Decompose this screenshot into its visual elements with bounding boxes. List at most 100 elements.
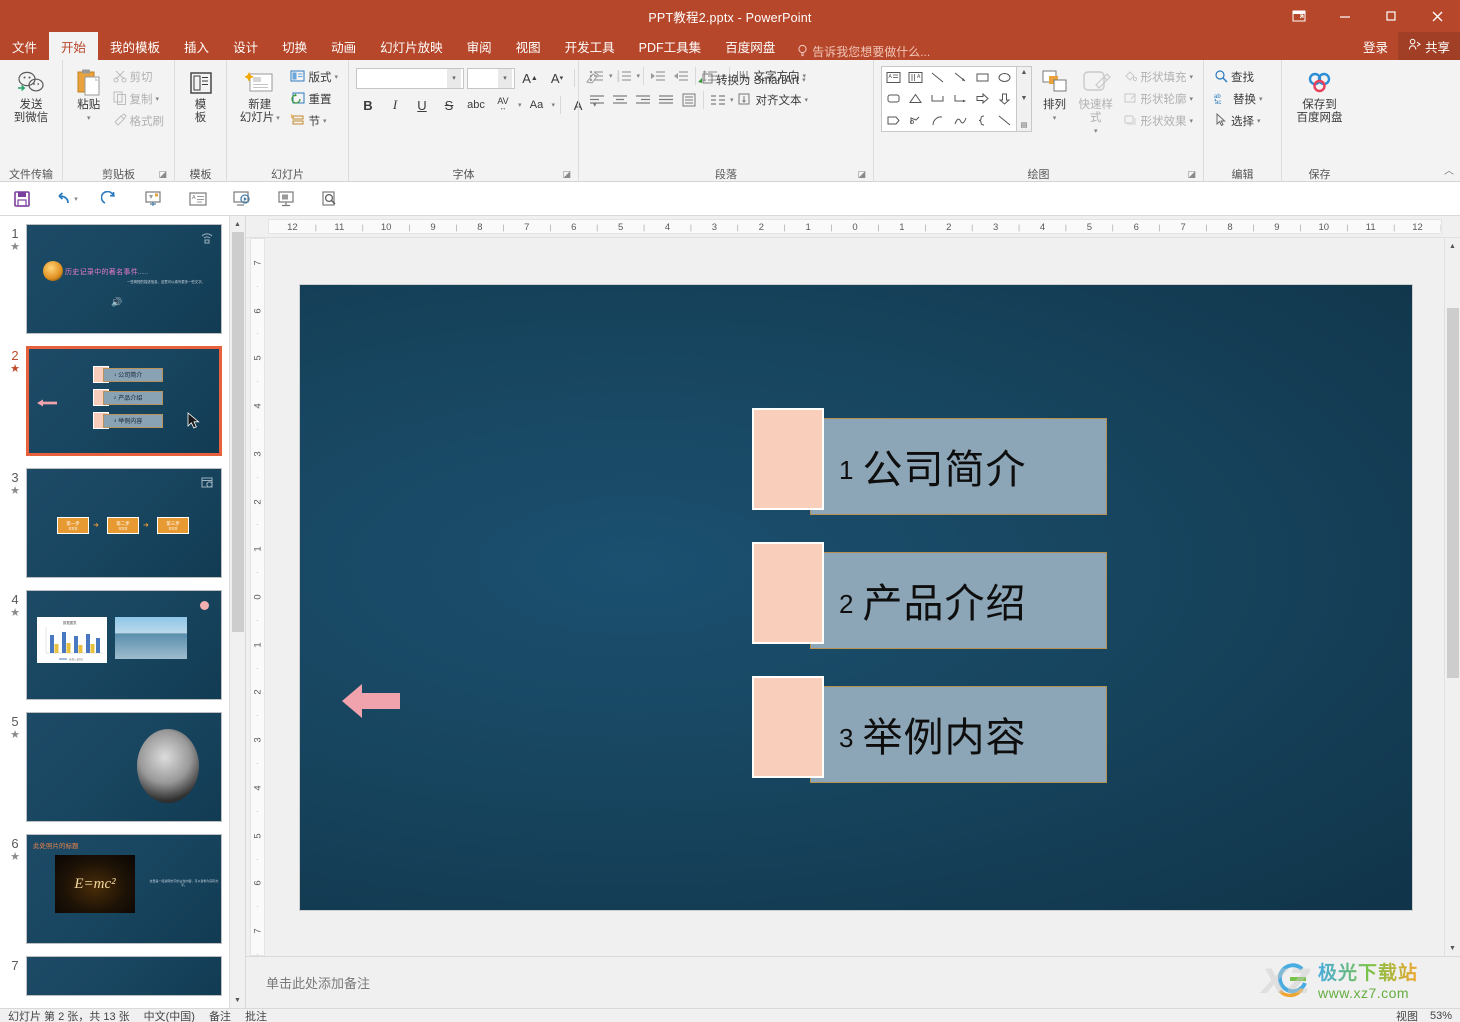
select-button[interactable]: 选择 ▾ [1211,110,1266,132]
tab-design[interactable]: 设计 [221,32,270,60]
editor-scroll-down-icon[interactable]: ▼ [1445,940,1460,956]
tab-home[interactable]: 开始 [49,32,99,60]
layout-caret-icon[interactable]: ▾ [334,73,338,81]
increase-indent-button[interactable] [670,66,692,87]
text-shadow-button[interactable]: abc [464,94,488,116]
horizontal-ruler-track[interactable]: 12 | 11 | 10 | 9 | 8 | 7 | 6 | 5 | 4 | 3 | 2 | 1 | 0 | 1 | 2 | 3 | 4 | 5 | 6… [268,219,1442,234]
slideshow-icon[interactable] [228,186,256,212]
status-comments-toggle[interactable]: 批注 [245,1009,267,1022]
agenda-item-3[interactable]: 3 举例内容 [752,675,1107,783]
agenda-accent-box-1[interactable] [752,407,824,510]
tab-developer[interactable]: 开发工具 [553,32,627,60]
thumbnail-frame-5[interactable] [26,712,222,822]
underline-button[interactable]: U [410,94,434,116]
start-from-beginning-icon[interactable] [140,186,168,212]
tell-me-box[interactable]: 告诉我您想要做什么... [787,43,930,60]
shape-textbox-icon[interactable]: A [882,67,904,88]
tab-transitions[interactable]: 切换 [270,32,319,60]
animation-star-5[interactable]: ★ [4,729,26,741]
tab-animations[interactable]: 动画 [319,32,368,60]
agenda-bar-1[interactable]: 1 公司简介 [810,417,1107,515]
shape-rectangle-icon[interactable] [971,67,993,88]
save-to-baidu-netdisk-button[interactable]: 保存到 百度网盘 [1289,64,1350,125]
shape-elbow-connector-icon[interactable] [927,88,949,109]
thumbnail-slide-5[interactable]: 5 ★ [0,712,229,834]
character-spacing-button[interactable]: AV ↔ [491,94,515,116]
presenter-view-icon[interactable] [272,186,300,212]
redo-icon[interactable] [96,186,124,212]
quick-styles-button[interactable]: 快速样式 ▾ [1077,64,1114,138]
copy-caret-icon[interactable]: ▾ [156,95,160,103]
thumbnail-frame-6[interactable]: 此处照片的标题 E=mc² 这里是一段说明文字的占位内容，可以替换为实际文字。 [26,834,222,944]
animation-star-6[interactable]: ★ [4,851,26,863]
shape-diagonal-line-icon[interactable] [994,110,1016,131]
align-right-button[interactable] [632,90,654,111]
shapes-scroll-down-icon[interactable]: ▼ [1021,95,1028,102]
shape-triangle-icon[interactable] [904,88,926,109]
shapes-gallery[interactable]: A A ▲ ▼ ▤ [881,64,1032,132]
font-size-caret-icon[interactable]: ▾ [498,68,512,88]
change-case-caret-icon[interactable]: ▾ [552,101,556,109]
current-slide-canvas[interactable]: 1 公司简介 2 产品介绍 3 举例内容 [300,284,1412,910]
editor-scroll-thumb[interactable] [1447,308,1459,678]
thumbnail-scrollbar[interactable]: ▲ ▼ [229,216,245,1008]
strikethrough-button[interactable]: S [437,94,461,116]
slide-stage[interactable]: 1 公司简介 2 产品介绍 3 举例内容 [268,238,1444,956]
animation-star-4[interactable]: ★ [4,607,26,619]
replace-button[interactable]: ab ac 替换 ▾ [1211,88,1266,110]
shapes-more-icon[interactable]: ▤ [1021,121,1028,129]
font-name-caret-icon[interactable]: ▾ [447,68,461,88]
replace-caret-icon[interactable]: ▾ [1259,95,1263,103]
layout-button[interactable]: 版式 ▾ [287,66,341,88]
thumbnail-slide-1[interactable]: 1 ★ 历史记录中的著名事件...... 一些简短的描述信息，这里可以填写更多一… [0,224,229,346]
new-slide-qat-icon[interactable]: A [184,186,212,212]
undo-icon[interactable]: ▾ [52,186,80,212]
new-slide-button[interactable]: 新建 幻灯片 ▾ [234,64,285,125]
align-left-button[interactable] [586,90,608,111]
agenda-accent-box-2[interactable] [752,541,824,644]
tab-file[interactable]: 文件 [0,32,49,60]
change-case-button[interactable]: Aa [525,94,549,116]
print-preview-icon[interactable] [316,186,344,212]
close-icon[interactable] [1414,0,1460,32]
status-zoom-level[interactable]: 53% [1430,1010,1452,1022]
bullets-caret-icon[interactable]: ▾ [609,72,613,80]
paragraph-dialog-launcher[interactable]: ◪ [857,169,866,180]
quick-styles-caret-icon[interactable]: ▾ [1094,125,1098,138]
thumbnail-slide-4[interactable]: 4 ★ 数据图表 系列1 系列2 [0,590,229,712]
slide-thumbnail-pane[interactable]: 1 ★ 历史记录中的著名事件...... 一些简短的描述信息，这里可以填写更多一… [0,216,246,1008]
thumbnail-frame-1[interactable]: 历史记录中的著名事件...... 一些简短的描述信息，这里可以填写更多一些文字。… [26,224,222,334]
shape-right-arrow-icon[interactable] [971,88,993,109]
arrange-caret-icon[interactable]: ▾ [1053,112,1057,125]
shape-effects-caret-icon[interactable]: ▾ [1189,117,1193,125]
shape-oval-icon[interactable] [994,67,1016,88]
thumbnail-slide-7[interactable]: 7 [0,956,229,1008]
status-slide-count[interactable]: 幻灯片 第 2 张，共 13 张 [8,1009,130,1022]
thumbnail-scroll-up-icon[interactable]: ▲ [230,216,245,232]
shape-elbow-arrow-icon[interactable] [949,88,971,109]
shape-down-arrow-icon[interactable] [994,88,1016,109]
editor-scrollbar[interactable]: ▲ ▼ [1444,238,1460,956]
agenda-bar-3[interactable]: 3 举例内容 [810,685,1107,783]
paste-caret-icon[interactable]: ▾ [87,112,91,125]
tab-baidu-netdisk[interactable]: 百度网盘 [713,32,787,60]
shape-fill-button[interactable]: 形状填充 ▾ [1120,66,1196,88]
character-spacing-caret-icon[interactable]: ▾ [518,101,522,109]
animation-star-1[interactable]: ★ [4,241,26,253]
shape-brace-icon[interactable] [971,110,993,131]
distribute-button[interactable] [678,90,700,111]
drawing-dialog-launcher[interactable]: ◪ [1187,169,1196,180]
shape-rounded-rectangle-icon[interactable] [882,88,904,109]
numbering-caret-icon[interactable]: ▾ [637,72,641,80]
smartart-caret-icon[interactable]: ▾ [802,76,806,84]
thumbnail-frame-2[interactable]: 1 公司简介 2 产品介绍 3 举例内容 [26,346,222,456]
numbering-button[interactable]: 123 [614,66,636,87]
reset-button[interactable]: 重置 [287,88,341,110]
shape-arc-icon[interactable] [927,110,949,131]
status-view-label[interactable]: 视图 [1396,1009,1418,1022]
thumbnail-slide-6[interactable]: 6 ★ 此处照片的标题 E=mc² 这里是一段说明文字的占位内容，可以替换为实际… [0,834,229,956]
cut-button[interactable]: 剪切 [110,66,168,88]
shrink-font-icon[interactable]: A ▾ [545,67,569,89]
tab-slideshow[interactable]: 幻灯片放映 [368,32,455,60]
status-notes-toggle[interactable]: 备注 [209,1009,231,1022]
